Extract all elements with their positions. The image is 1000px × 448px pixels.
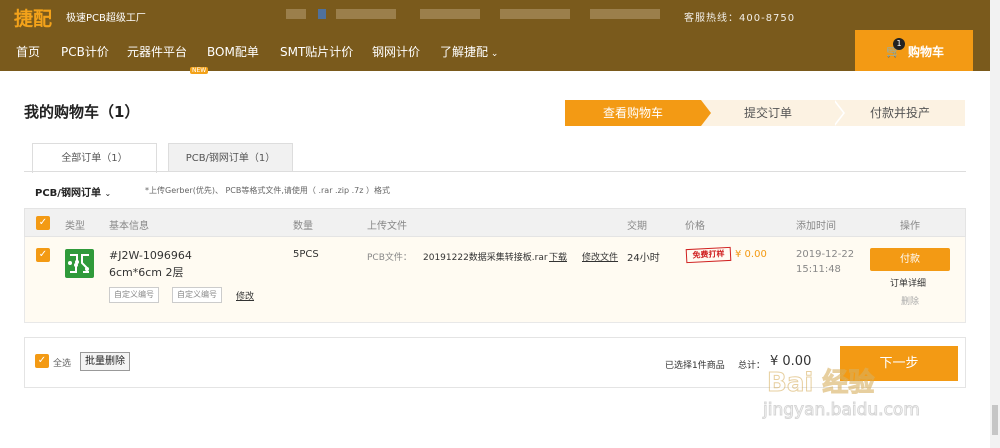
col-added-time: 添加时间	[796, 221, 836, 232]
select-all-label[interactable]: 全选	[53, 356, 71, 369]
col-price: 价格	[685, 221, 705, 232]
col-basic-info: 基本信息	[109, 221, 149, 232]
new-badge: NEW	[190, 67, 209, 74]
watermark-url: jingyan.baidu.com	[763, 400, 921, 421]
nav-about[interactable]: 了解捷配 ⌄	[440, 43, 498, 60]
checkout-steps: 查看购物车 提交订单 付款并投产	[565, 100, 965, 126]
col-lead-time: 交期	[627, 221, 647, 232]
scrollbar-thumb[interactable]	[992, 405, 998, 435]
hotline-text: 客服热线：400-8750	[684, 13, 796, 24]
cart-count-badge: 1	[893, 38, 905, 50]
file-label: PCB文件：	[367, 253, 412, 263]
upload-hint: *上传Gerber(优先)、 PCB等格式文件,请使用（ .rar .zip .…	[145, 186, 390, 195]
custom-id-button[interactable]: 自定义编号	[172, 287, 222, 303]
col-upload-file: 上传文件	[367, 221, 407, 232]
table-row: ✓ #J2W-1096964 6cm*6cm 2层 自定义编号 自定义编号 修改…	[24, 237, 966, 323]
nav-bom[interactable]: BOM配单	[207, 43, 259, 60]
batch-delete-button[interactable]: 批量删除	[80, 352, 130, 371]
pcb-icon	[65, 249, 94, 278]
step-arrow	[701, 100, 711, 126]
order-type-filter[interactable]: PCB/钢网订单 ⌄	[35, 184, 111, 199]
change-file-link[interactable]: 修改文件	[582, 250, 618, 263]
nav-smt-pricing[interactable]: SMT贴片计价	[280, 43, 353, 60]
nav-components[interactable]: 元器件平台	[127, 43, 187, 60]
main-nav: 首页 PCB计价 元器件平台 NEW BOM配单 SMT贴片计价 钢网计价 了解…	[0, 30, 1000, 74]
circuit-icon	[68, 254, 89, 273]
chevron-down-icon: ⌄	[104, 189, 112, 198]
nav-stencil-pricing[interactable]: 钢网计价	[372, 43, 420, 60]
brand-slogan: 极速PCB超级工厂	[66, 13, 146, 24]
col-actions: 操作	[900, 221, 920, 232]
select-all-checkbox[interactable]: ✓	[35, 354, 49, 368]
total-label: 总计：	[738, 361, 766, 371]
file-name: 20191222数据采集转接板.rar	[423, 253, 548, 263]
cart-label: 购物车	[908, 45, 945, 59]
step-view-cart: 查看购物车	[565, 100, 701, 126]
tab-pcb-orders[interactable]: PCB/钢网订单（1）	[168, 143, 293, 172]
nav-pcb-pricing[interactable]: PCB计价	[61, 43, 109, 60]
blurred-text	[336, 9, 396, 19]
step-pay-produce: 付款并投产	[835, 100, 965, 126]
quantity-value: 5PCS	[293, 249, 319, 260]
blurred-text	[590, 9, 660, 19]
custom-id-button[interactable]: 自定义编号	[109, 287, 159, 303]
col-type: 类型	[65, 221, 85, 232]
blurred-text	[420, 9, 480, 19]
price-value: ¥ 0.00	[735, 249, 767, 260]
blurred-icon	[318, 9, 326, 19]
edit-link[interactable]: 修改	[236, 289, 254, 302]
row-checkbox[interactable]: ✓	[36, 248, 50, 262]
page-scrollbar[interactable]	[990, 0, 1000, 448]
nav-about-label: 了解捷配	[440, 45, 489, 59]
chevron-down-icon: ⌄	[488, 49, 499, 59]
step-arrow	[833, 100, 843, 126]
table-header: ✓ 类型 基本信息 数量 上传文件 交期 价格 添加时间 操作	[24, 208, 966, 237]
order-detail-link[interactable]: 订单详细	[890, 276, 926, 289]
page-title: 我的购物车（1）	[24, 103, 140, 121]
added-time: 15:11:48	[796, 264, 841, 275]
cart-button[interactable]: 🛒 1 购物车	[855, 30, 973, 71]
delete-link[interactable]: 删除	[901, 294, 919, 307]
col-quantity: 数量	[293, 221, 313, 232]
top-bar: 捷配 极速PCB超级工厂 客服热线：400-8750	[0, 0, 1000, 30]
added-date: 2019-12-22	[796, 249, 855, 260]
nav-home[interactable]: 首页	[16, 43, 40, 60]
blurred-text	[500, 9, 570, 19]
step-submit-order: 提交订单	[701, 100, 835, 126]
brand-logo[interactable]: 捷配	[14, 4, 52, 31]
board-spec: 6cm*6cm 2层	[109, 266, 184, 279]
watermark-logo: Bai 经验	[766, 368, 875, 399]
download-link[interactable]: 下载	[549, 250, 567, 263]
blurred-text	[286, 9, 306, 19]
header-checkbox[interactable]: ✓	[36, 216, 50, 230]
tab-all-orders[interactable]: 全部订单（1）	[32, 143, 157, 173]
pay-button[interactable]: 付款	[870, 248, 950, 271]
tab-divider	[24, 171, 966, 172]
lead-time-value: 24小时	[627, 253, 660, 264]
order-number: #J2W-1096964	[109, 249, 192, 262]
selected-count: 已选择1件商品	[665, 361, 725, 371]
filter-label: PCB/钢网订单	[35, 188, 101, 199]
free-sample-stamp: 免费打样	[685, 246, 732, 264]
